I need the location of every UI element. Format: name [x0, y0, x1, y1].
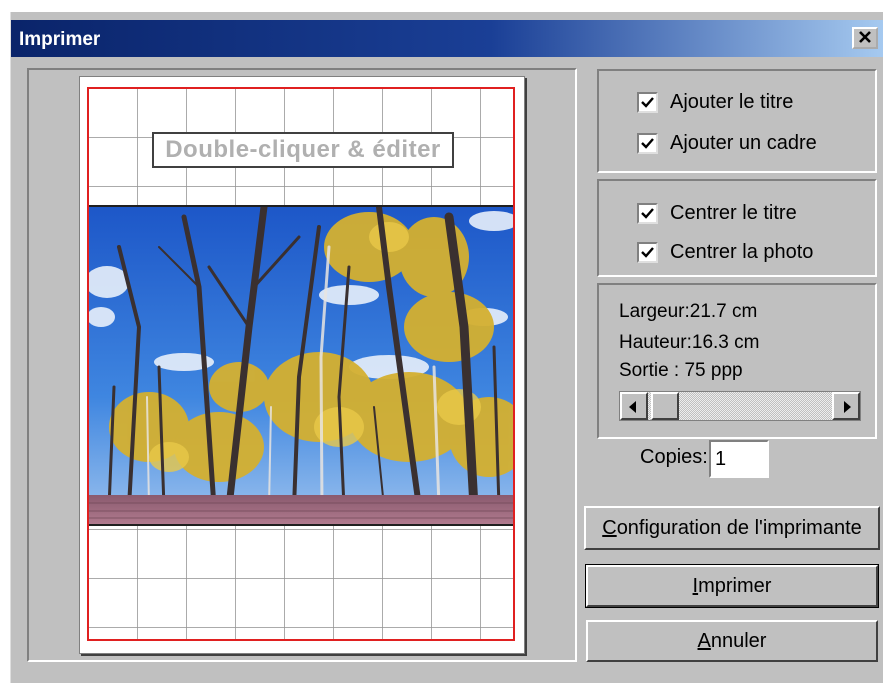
printer-setup-label: onfiguration de l'imprimante — [616, 516, 862, 539]
dialog-title: Imprimer — [19, 29, 101, 50]
preview-title-field[interactable]: Double-cliquer & éditer — [152, 132, 454, 168]
scroll-left-button[interactable] — [620, 392, 648, 420]
checkbox-box[interactable] — [637, 133, 658, 154]
checkbox-box[interactable] — [637, 203, 658, 224]
height-readout: Hauteur:16.3 cm — [619, 332, 760, 353]
copies-label: Copies: — [640, 446, 708, 468]
cancel-label: nnuler — [710, 629, 767, 652]
print-margin-frame: Double-cliquer & éditer — [87, 87, 515, 641]
slider-thumb[interactable] — [651, 392, 679, 420]
photo-image — [89, 207, 513, 524]
title-bar[interactable]: Imprimer — [11, 20, 883, 57]
check-icon — [641, 247, 654, 258]
centering-options: Centrer le titre Centrer la photo — [597, 179, 877, 277]
check-icon — [641, 97, 654, 108]
add-frame-checkbox[interactable]: Ajouter un cadre — [637, 132, 817, 155]
print-preview-panel: Double-cliquer & éditer — [27, 68, 577, 662]
preview-page: Double-cliquer & éditer — [79, 76, 525, 654]
center-title-checkbox[interactable]: Centrer le titre — [637, 202, 797, 225]
center-photo-label: Centrer la photo — [670, 241, 814, 263]
output-resolution-readout: Sortie : 75 ppp — [619, 360, 743, 381]
printer-setup-button[interactable]: Configuration de l'imprimante — [584, 506, 880, 550]
title-frame-options: Ajouter le titre Ajouter un cadre — [597, 69, 877, 173]
print-label: mprimer — [698, 574, 772, 597]
add-title-checkbox[interactable]: Ajouter le titre — [637, 91, 793, 114]
checkbox-box[interactable] — [637, 92, 658, 113]
arrow-left-icon — [629, 401, 636, 413]
check-icon — [641, 208, 654, 219]
cancel-mnemonic: A — [697, 629, 711, 652]
center-photo-checkbox[interactable]: Centrer la photo — [637, 241, 813, 264]
width-readout: Largeur:21.7 cm — [619, 301, 758, 322]
close-icon — [858, 28, 872, 48]
close-button[interactable] — [852, 27, 878, 49]
add-title-label: Ajouter le titre — [670, 91, 794, 113]
add-frame-label: Ajouter un cadre — [670, 132, 817, 154]
check-icon — [641, 138, 654, 149]
print-size-info: Largeur:21.7 cm Hauteur:16.3 cm Sortie :… — [597, 283, 877, 439]
copies-input[interactable] — [709, 440, 769, 478]
center-title-label: Centrer le titre — [670, 202, 797, 224]
print-button[interactable]: Imprimer — [585, 564, 879, 608]
scroll-right-button[interactable] — [832, 392, 860, 420]
preview-photo[interactable] — [89, 205, 513, 526]
arrow-right-icon — [844, 401, 851, 413]
printer-setup-mnemonic: C — [602, 516, 617, 539]
resolution-slider[interactable] — [619, 391, 861, 421]
checkbox-box[interactable] — [637, 242, 658, 263]
cancel-button[interactable]: Annuler — [586, 620, 878, 662]
